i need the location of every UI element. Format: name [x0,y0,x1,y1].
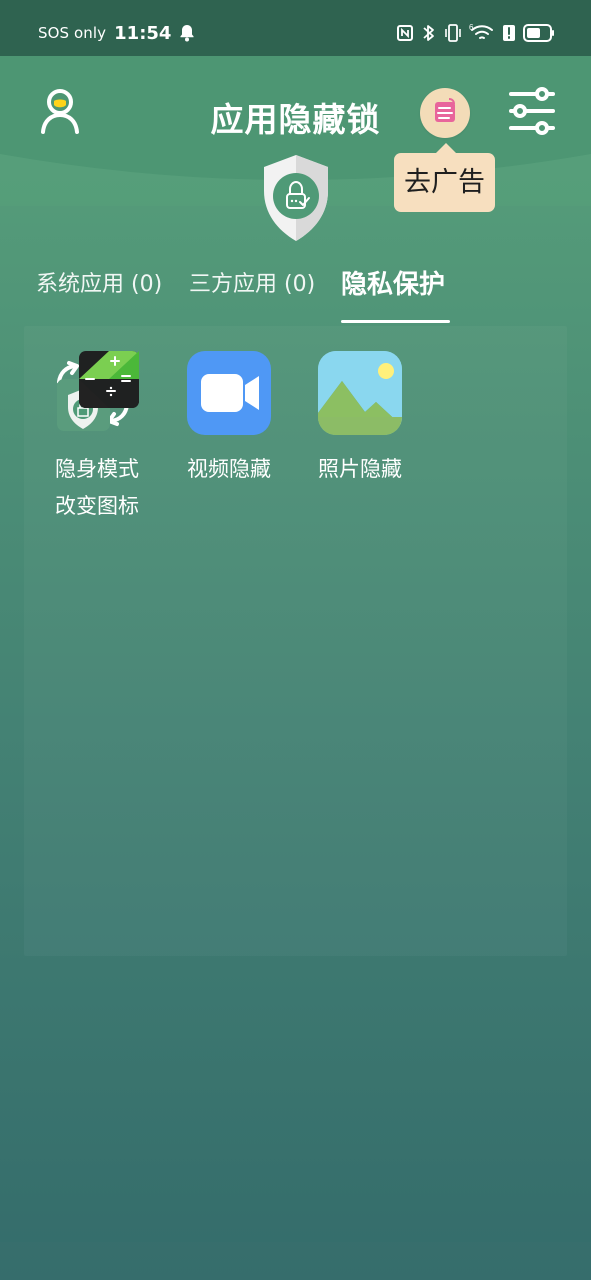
stealth-mode-label: 隐身模式 改变图标 [55,451,165,525]
tab-system-apps[interactable]: 系统应用 (0) [36,268,162,318]
bluetooth-icon [421,23,437,43]
landscape-photo-icon [318,351,402,435]
settings-button[interactable] [505,86,559,140]
alert-icon [502,24,516,42]
shield-lock-icon [257,152,335,244]
bell-icon [179,24,195,42]
video-hide-tile[interactable]: 视频隐藏 [187,351,297,488]
profile-button[interactable] [35,88,85,138]
status-right: 6 [396,18,555,48]
remove-ads-button[interactable] [420,88,470,138]
photo-hide-label: 照片隐藏 [318,457,402,481]
sliders-icon [505,84,559,142]
video-hide-label: 视频隐藏 [187,457,271,481]
stealth-mode-icon [55,351,139,439]
nfc-icon [396,24,414,42]
bottom-background-strip [0,1242,591,1280]
sos-status-text: SOS only [38,24,107,42]
stealth-mode-label-line-2: 改变图标 [55,494,139,518]
tab-privacy-protection[interactable]: 隐私保护 [341,268,450,323]
stealth-mode-icon-wrap [55,351,139,435]
user-icon [36,87,84,139]
tab-privacy-label: 隐私保护 [341,270,446,300]
vibrate-icon [444,23,462,43]
tab-bar: 系统应用 (0) 三方应用 (0) 隐私保护 [0,260,591,330]
video-camera-icon [187,351,271,435]
remove-ads-tooltip[interactable]: 去广告 [394,143,495,212]
active-tab-indicator [341,320,450,323]
tab-third-party-apps[interactable]: 三方应用 (0) [189,268,315,318]
photo-hide-tile[interactable]: 照片隐藏 [318,351,428,488]
status-bar: SOS only 11:54 6 [0,0,591,56]
stealth-mode-tile[interactable]: 隐身模式 改变图标 [55,351,165,525]
battery-icon [523,24,555,42]
wifi-icon: 6 [469,23,495,43]
stealth-mode-label-line-1: 隐身模式 [55,457,139,481]
svg-text:6: 6 [469,23,474,32]
ad-gift-icon [428,94,462,132]
status-left: SOS only 11:54 [38,19,195,47]
clock: 11:54 [114,22,172,44]
page-title: 应用隐藏锁 [210,100,381,139]
